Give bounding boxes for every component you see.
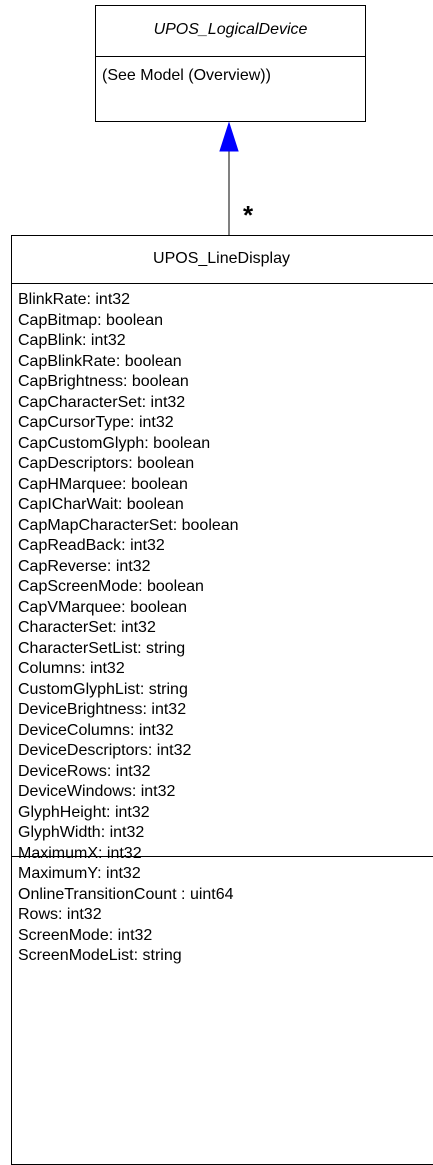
attribute-item: CharacterSetList: string xyxy=(18,639,186,657)
attribute-item: GlyphHeight: int32 xyxy=(18,803,150,821)
attribute-item: MaximumY: int32 xyxy=(18,865,141,882)
attribute-item: OnlineTransitionCount : uint64 xyxy=(18,885,234,903)
attribute-item: Columns: int32 xyxy=(18,660,125,677)
attribute-item: BlinkRate: int32 xyxy=(18,291,131,308)
attribute-item: CustomGlyphList: string xyxy=(18,680,188,698)
attribute-item: Rows: int32 xyxy=(18,906,102,923)
generalization-arrowhead xyxy=(219,121,239,152)
attribute-compartment: BlinkRate: int32 CapBitmap: boolean CapBli… xyxy=(12,284,433,964)
attribute-item: CapVMarquee: boolean xyxy=(18,598,188,616)
attribute-item: CapHMarquee: boolean xyxy=(18,475,188,493)
attribute-item: DeviceRows: int32 xyxy=(18,762,151,780)
logical-device-class-note: (See Model (Overview)) xyxy=(102,67,271,84)
attribute-item: DeviceBrightness: int32 xyxy=(18,701,187,718)
logical-device-class: UPOS_LogicalDevice (See Model (Overview)… xyxy=(95,5,366,122)
attribute-item: GlyphWidth: int32 xyxy=(18,824,145,841)
attribute-item: CapBitmap: boolean xyxy=(18,311,163,329)
attribute-item: DeviceColumns: int32 xyxy=(18,721,174,739)
attribute-item: ScreenMode: int32 xyxy=(18,926,153,944)
attribute-item: MaximumX: int32 xyxy=(18,844,142,862)
multiplicity-label: * xyxy=(243,200,254,230)
attribute-item: CapReverse: int32 xyxy=(18,557,151,575)
attribute-item: CharacterSet: int32 xyxy=(18,619,156,636)
attribute-item: CapBlink: int32 xyxy=(18,332,126,349)
line-display-class-name: UPOS_LineDisplay xyxy=(12,236,433,284)
attribute-item: CapICharWait: boolean xyxy=(18,496,184,513)
attribute-item: CapCustomGlyph: boolean xyxy=(18,434,211,452)
attribute-item: CapBrightness: boolean xyxy=(18,373,189,390)
logical-device-class-name: UPOS_LogicalDevice xyxy=(96,6,365,57)
attribute-item: ScreenModeList: string xyxy=(18,947,182,964)
attribute-item: CapReadBack: int32 xyxy=(18,537,165,554)
attribute-item: CapMapCharacterSet: boolean xyxy=(18,516,239,534)
attribute-item: CapBlinkRate: boolean xyxy=(18,352,182,370)
attribute-item: CapCursorType: int32 xyxy=(18,414,174,431)
attribute-item: DeviceWindows: int32 xyxy=(18,783,176,800)
attribute-item: DeviceDescriptors: int32 xyxy=(18,742,192,759)
attribute-item: CapScreenMode: boolean xyxy=(18,578,204,595)
attribute-item: CapCharacterSet: int32 xyxy=(18,393,186,411)
attribute-item: CapDescriptors: boolean xyxy=(18,455,195,472)
line-display-class: UPOS_LineDisplay BlinkRate: int32 CapBitm… xyxy=(11,235,433,1165)
